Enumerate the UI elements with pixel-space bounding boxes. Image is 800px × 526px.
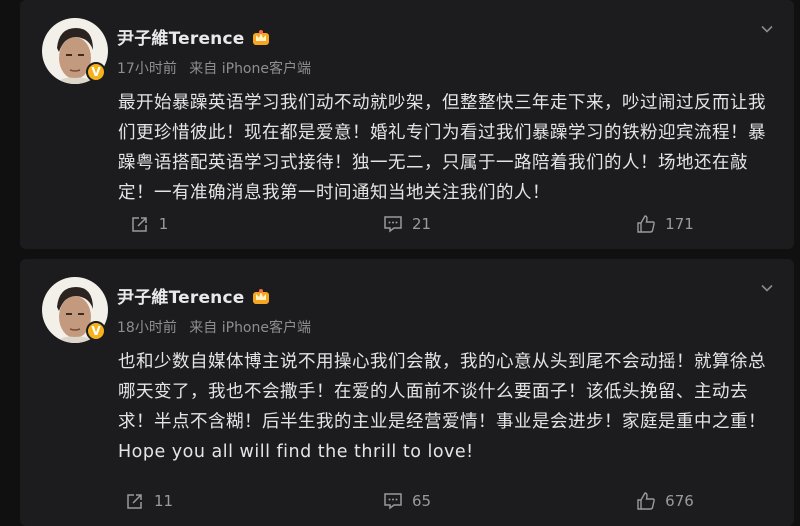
comment-button[interactable]: 65 bbox=[278, 491, 536, 511]
author-name[interactable]: 尹子維Terence bbox=[117, 24, 245, 49]
post-time[interactable]: 17小时前 bbox=[117, 61, 177, 77]
repost-button[interactable]: 1 bbox=[20, 214, 278, 234]
vip-crown-icon bbox=[252, 29, 269, 45]
repost-count: 1 bbox=[158, 215, 169, 233]
thumbs-up-icon bbox=[637, 492, 655, 510]
repost-icon bbox=[131, 217, 147, 232]
author-name[interactable]: 尹子維Terence bbox=[117, 283, 245, 308]
post-card: V 尹子維Terence 18小时前 来自 iPhone客户端 也和少数自媒体博… bbox=[20, 259, 794, 526]
post-text: 最开始暴躁英语学习我们动不动就吵架，但整整快三年走下来，吵过闹过反而让我们更珍惜… bbox=[118, 93, 766, 203]
verified-badge: V bbox=[86, 62, 106, 82]
post-time[interactable]: 18小时前 bbox=[117, 320, 177, 336]
comment-icon bbox=[384, 493, 402, 510]
repost-icon bbox=[127, 494, 142, 509]
comment-button[interactable]: 21 bbox=[278, 214, 536, 234]
comment-count: 65 bbox=[411, 492, 432, 510]
post-actions: 1 21 171 bbox=[20, 199, 794, 249]
chevron-down-icon[interactable] bbox=[760, 281, 774, 295]
like-count: 676 bbox=[665, 492, 694, 510]
post-meta: 18小时前 来自 iPhone客户端 bbox=[117, 317, 311, 337]
repost-count: 11 bbox=[153, 492, 174, 510]
verified-badge: V bbox=[86, 321, 106, 341]
like-button[interactable]: 676 bbox=[536, 491, 794, 511]
post-actions: 11 65 676 bbox=[20, 476, 794, 526]
repost-button[interactable]: 11 bbox=[20, 491, 278, 511]
post-meta: 17小时前 来自 iPhone客户端 bbox=[117, 58, 311, 78]
thumbs-up-icon bbox=[637, 215, 655, 233]
post-source: 来自 iPhone客户端 bbox=[189, 320, 311, 336]
comment-icon bbox=[384, 216, 402, 233]
author-row: 尹子維Terence bbox=[117, 283, 271, 308]
vip-crown-icon bbox=[252, 288, 269, 304]
post-text: 也和少数自媒体博主说不用操心我们会散，我的心意从头到尾不会动摇！就算徐总哪天变了… bbox=[118, 352, 766, 462]
post-source: 来自 iPhone客户端 bbox=[189, 61, 311, 77]
chevron-down-icon[interactable] bbox=[760, 22, 774, 36]
weibo-feed: V 尹子維Terence 17小时前 来自 iPhone客户端 最开始暴躁英语学… bbox=[0, 0, 800, 526]
author-row: 尹子維Terence bbox=[117, 24, 271, 49]
like-count: 171 bbox=[665, 215, 694, 233]
like-button[interactable]: 171 bbox=[536, 214, 794, 234]
comment-count: 21 bbox=[411, 215, 432, 233]
post-card: V 尹子維Terence 17小时前 来自 iPhone客户端 最开始暴躁英语学… bbox=[20, 0, 794, 249]
